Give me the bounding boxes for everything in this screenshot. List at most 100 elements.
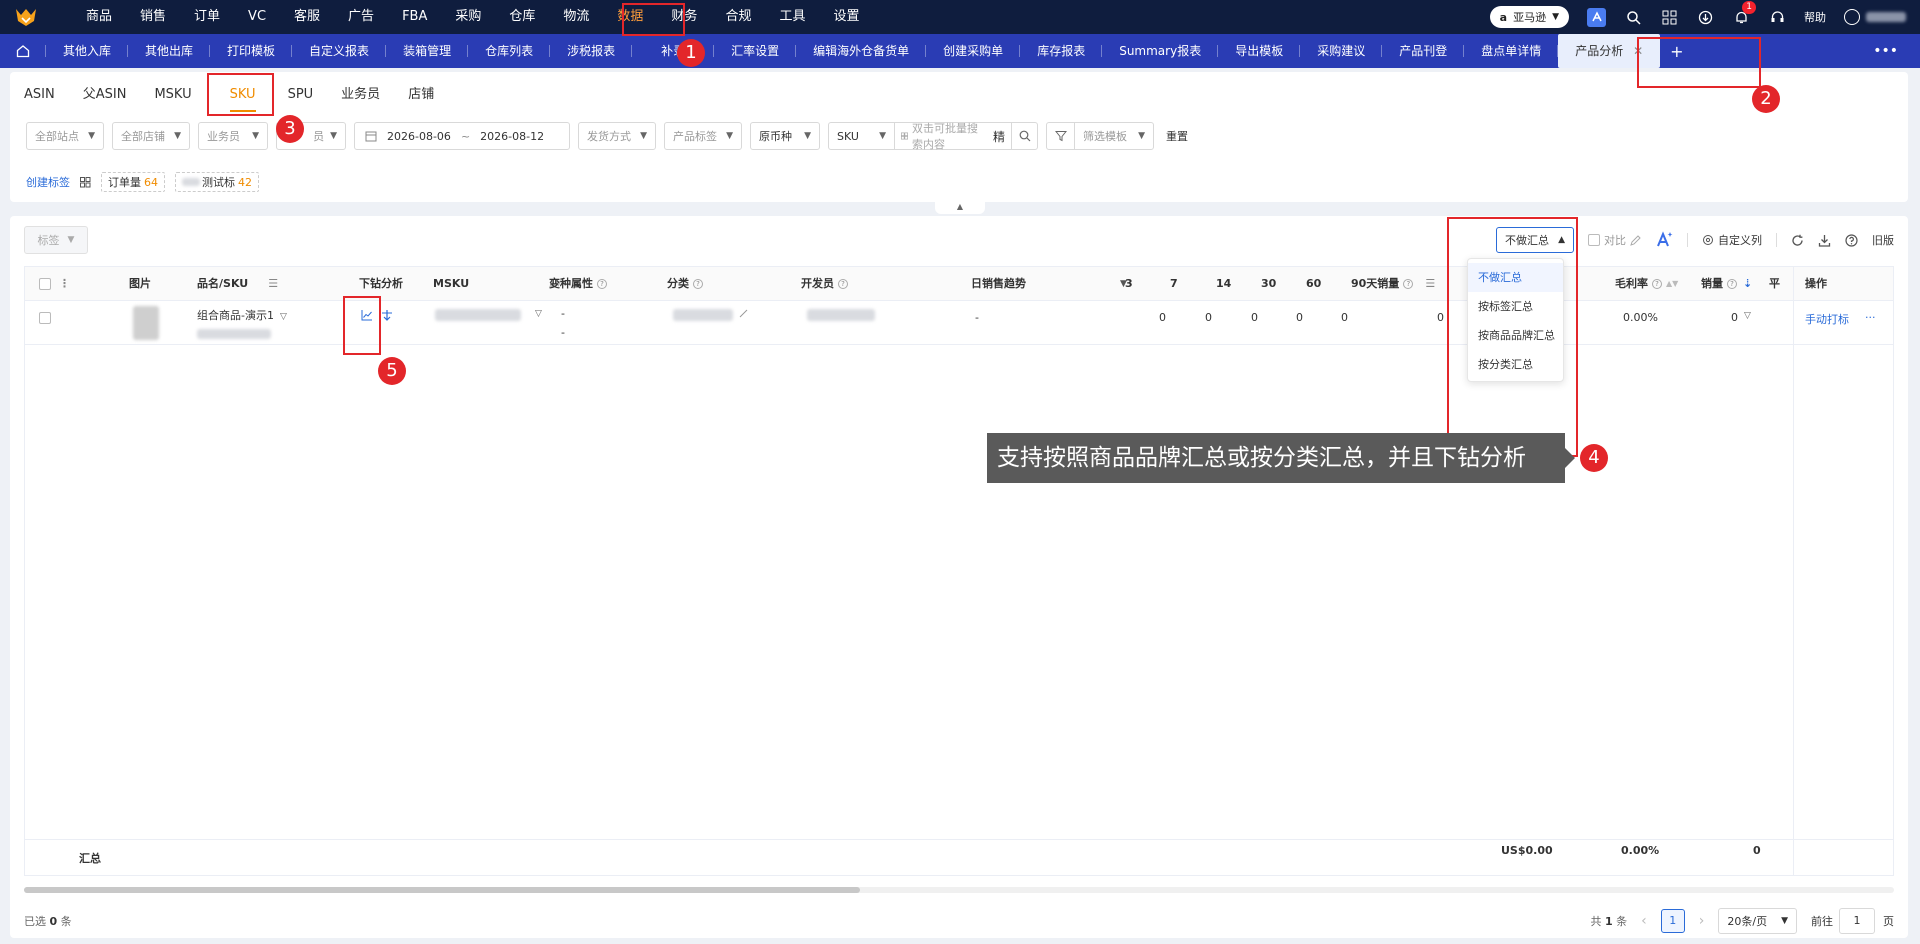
tab-overseas-stock[interactable]: 编辑海外仓备货单	[796, 34, 927, 68]
currency-select[interactable]: 原币种 ▼	[750, 122, 820, 150]
product-name[interactable]: 组合商品-演示1 ▽	[197, 307, 287, 323]
scrollbar-thumb[interactable]	[24, 887, 860, 893]
salesman-select[interactable]: 业务员 ▼	[198, 122, 268, 150]
compare-toggle[interactable]: 对比	[1588, 232, 1641, 248]
apps-grid-icon[interactable]	[1660, 8, 1678, 26]
tab-warehouse-list[interactable]: 仓库列表	[468, 34, 551, 68]
subtab-parent-asin[interactable]: 父ASIN	[69, 80, 141, 110]
option-no-summary[interactable]: 不做汇总	[1468, 263, 1563, 292]
home-tab[interactable]	[0, 34, 46, 68]
nav-item-compliance[interactable]: 合规	[711, 0, 765, 34]
custom-columns-button[interactable]: 自定义列	[1702, 232, 1762, 248]
manual-tag-link[interactable]: 手动打标	[1805, 311, 1849, 327]
tab-exchange-rate[interactable]: 汇率设置	[714, 34, 797, 68]
more-tabs-icon[interactable]: •••	[1873, 34, 1898, 68]
help-link[interactable]: 帮助	[1804, 9, 1826, 25]
filter-template-select[interactable]: 筛选模板 ▼	[1046, 122, 1154, 150]
chevron-down-icon[interactable]: ▽	[535, 309, 542, 319]
nav-item-settings[interactable]: 设置	[819, 0, 873, 34]
nav-item-warehouse[interactable]: 仓库	[495, 0, 549, 34]
subtab-asin[interactable]: ASIN	[10, 80, 69, 110]
tab-purchase-advice[interactable]: 采购建议	[1300, 34, 1383, 68]
column-settings-icon[interactable]: ⋮	[59, 267, 70, 301]
nav-item-data[interactable]: 数据	[603, 0, 657, 34]
option-by-category[interactable]: 按分类汇总	[1468, 350, 1563, 379]
horizontal-scrollbar[interactable]	[24, 887, 1894, 893]
tab-tax-report[interactable]: 涉税报表	[550, 34, 633, 68]
sort-desc-icon[interactable]: ⇣	[1743, 267, 1752, 301]
user-menu[interactable]	[1844, 9, 1906, 25]
tab-create-po[interactable]: 创建采购单	[926, 34, 1021, 68]
search-button[interactable]	[1011, 123, 1037, 149]
option-by-brand[interactable]: 按商品品牌汇总	[1468, 321, 1563, 350]
subtab-shop[interactable]: 店铺	[394, 80, 448, 110]
tab-other-inbound[interactable]: 其他入库	[46, 34, 129, 68]
subtab-msku[interactable]: MSKU	[140, 80, 205, 110]
next-page-icon[interactable]: ›	[1699, 913, 1705, 929]
th-msku[interactable]: MSKU ▲▼	[433, 267, 561, 301]
nav-item-sales[interactable]: 销售	[126, 0, 180, 34]
shop-select[interactable]: 全部店铺 ▼	[112, 122, 190, 150]
nav-item-tools[interactable]: 工具	[765, 0, 819, 34]
old-version-link[interactable]: 旧版	[1872, 232, 1894, 248]
date-range-picker[interactable]: 2026-08-06 ~ 2026-08-12	[354, 122, 570, 150]
prev-page-icon[interactable]: ‹	[1641, 913, 1647, 929]
nav-item-finance[interactable]: 财务	[657, 0, 711, 34]
edit-icon[interactable]	[739, 309, 748, 318]
goto-page-input[interactable]: 1	[1839, 908, 1875, 934]
search-input[interactable]: 双击可批量搜索内容	[895, 120, 987, 152]
nav-item-customer-service[interactable]: 客服	[280, 0, 334, 34]
sort-icon[interactable]: ☰	[1425, 267, 1435, 301]
chevron-down-icon[interactable]: ▽	[1744, 311, 1751, 321]
tab-print-template[interactable]: 打印模板	[210, 34, 293, 68]
option-by-tag[interactable]: 按标签汇总	[1468, 292, 1563, 321]
help-icon[interactable]: ?	[1727, 279, 1737, 289]
product-image[interactable]	[133, 306, 159, 340]
th-name-sku[interactable]: 品名/SKU ☰	[197, 267, 278, 301]
tab-product-listing[interactable]: 产品刊登	[1382, 34, 1465, 68]
nav-item-fba[interactable]: FBA	[388, 0, 441, 34]
trend-chart-icon[interactable]	[361, 309, 373, 321]
close-icon[interactable]: ✕	[1633, 44, 1643, 58]
download-icon[interactable]	[1818, 234, 1831, 247]
ai-sparkle-icon[interactable]	[1655, 231, 1673, 249]
select-all-checkbox[interactable]	[39, 278, 51, 290]
help-icon[interactable]: ?	[1652, 279, 1662, 289]
ai-assistant-icon[interactable]	[1587, 7, 1606, 27]
summary-mode-select[interactable]: 不做汇总 ▲	[1496, 227, 1574, 253]
tab-packing[interactable]: 装箱管理	[386, 34, 469, 68]
tag-chip-test[interactable]: 测试标 42	[175, 172, 259, 192]
help-icon[interactable]: ?	[597, 279, 607, 289]
label-button[interactable]: 标签 ▼	[24, 226, 88, 254]
tab-export-template[interactable]: 导出模板	[1218, 34, 1301, 68]
search-icon[interactable]	[1624, 8, 1642, 26]
help-icon[interactable]: ?	[1403, 279, 1414, 289]
subtab-salesman[interactable]: 业务员	[327, 80, 394, 110]
subtab-spu[interactable]: SPU	[274, 80, 328, 110]
sort-icon[interactable]: ▲▼	[1666, 267, 1678, 301]
help-circle-icon[interactable]	[1845, 233, 1858, 247]
download-icon[interactable]	[1696, 8, 1714, 26]
search-type-select[interactable]: SKU ▼	[829, 123, 895, 149]
nav-item-products[interactable]: 商品	[72, 0, 126, 34]
product-tag-select[interactable]: 产品标签 ▼	[664, 122, 742, 150]
refresh-icon[interactable]	[1791, 234, 1804, 247]
help-icon[interactable]: ?	[838, 279, 848, 289]
nav-item-purchase[interactable]: 采购	[441, 0, 495, 34]
subtab-sku[interactable]: SKU	[212, 80, 274, 112]
nav-item-orders[interactable]: 订单	[180, 0, 234, 34]
tab-other-outbound[interactable]: 其他出库	[128, 34, 211, 68]
reset-button[interactable]: 重置	[1166, 128, 1188, 144]
app-logo[interactable]	[6, 0, 46, 34]
nav-item-logistics[interactable]: 物流	[549, 0, 603, 34]
tab-inventory-report[interactable]: 库存报表	[1020, 34, 1103, 68]
nav-item-ads[interactable]: 广告	[334, 0, 388, 34]
tab-stocktake-detail[interactable]: 盘点单详情	[1464, 34, 1559, 68]
page-size-select[interactable]: 20条/页 ▼	[1718, 908, 1797, 934]
shipping-select[interactable]: 发货方式 ▼	[578, 122, 656, 150]
tab-summary-report[interactable]: Summary报表	[1102, 34, 1219, 68]
row-checkbox[interactable]	[39, 312, 51, 324]
headset-icon[interactable]	[1768, 8, 1786, 26]
more-actions-icon[interactable]: ···	[1865, 311, 1876, 324]
collapse-filter-handle[interactable]: ▲	[935, 202, 985, 214]
